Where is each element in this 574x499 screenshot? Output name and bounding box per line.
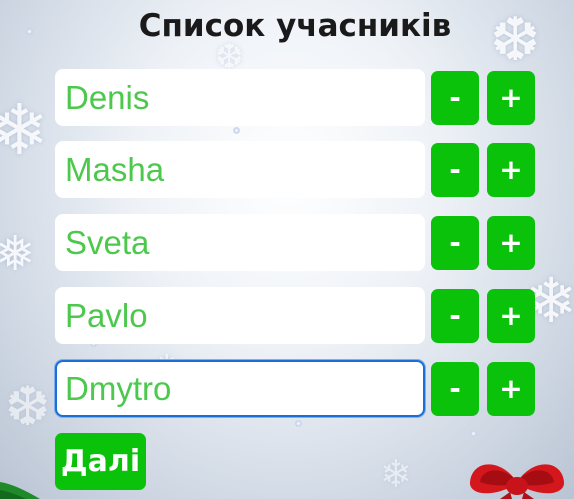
add-participant-button[interactable]: + bbox=[487, 216, 535, 270]
remove-participant-button[interactable]: - bbox=[431, 143, 479, 197]
add-participant-button[interactable]: + bbox=[487, 71, 535, 125]
gift-bow-icon bbox=[469, 464, 565, 499]
add-participant-button[interactable]: + bbox=[487, 362, 535, 416]
remove-participant-button[interactable]: - bbox=[431, 71, 479, 125]
holly-leaf-icon bbox=[0, 482, 40, 499]
participant-name-input[interactable] bbox=[55, 214, 425, 271]
page-title: Список учасників bbox=[138, 8, 452, 44]
add-participant-button[interactable]: + bbox=[487, 289, 535, 343]
remove-participant-button[interactable]: - bbox=[431, 216, 479, 270]
participant-name-input[interactable] bbox=[55, 141, 425, 198]
participant-name-input[interactable] bbox=[55, 360, 425, 417]
remove-participant-button[interactable]: - bbox=[431, 289, 479, 343]
participant-name-input[interactable] bbox=[55, 287, 425, 344]
remove-participant-button[interactable]: - bbox=[431, 362, 479, 416]
add-participant-button[interactable]: + bbox=[487, 143, 535, 197]
participant-name-input[interactable] bbox=[55, 69, 425, 126]
